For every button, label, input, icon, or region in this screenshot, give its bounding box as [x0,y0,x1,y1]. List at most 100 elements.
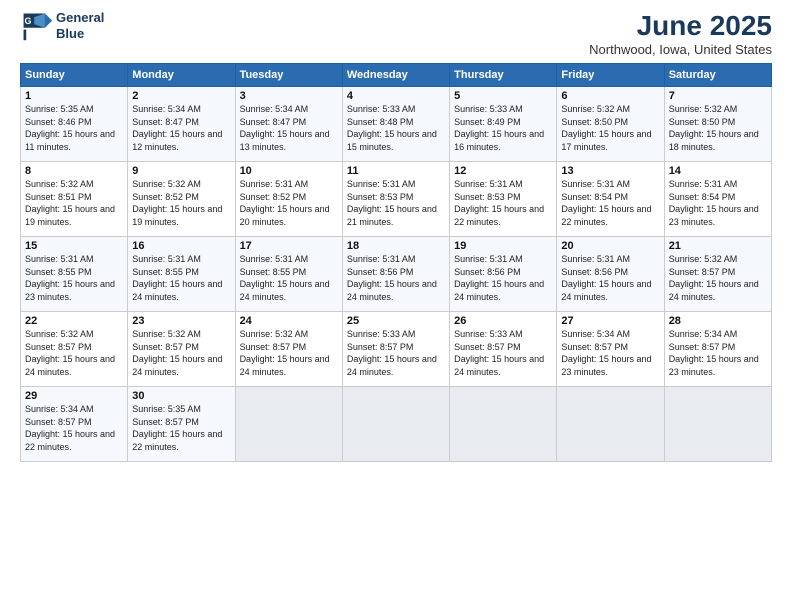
day-info: Sunrise: 5:33 AMSunset: 8:57 PMDaylight:… [454,328,552,378]
day-number: 6 [561,90,659,102]
day-info: Sunrise: 5:31 AMSunset: 8:53 PMDaylight:… [454,178,552,228]
calendar-cell: 12Sunrise: 5:31 AMSunset: 8:53 PMDayligh… [450,162,557,237]
header: G General Blue June 2025 Northwood, Iowa… [20,10,772,57]
calendar-cell [450,387,557,462]
day-number: 12 [454,165,552,177]
location: Northwood, Iowa, United States [589,42,772,57]
calendar-cell: 4Sunrise: 5:33 AMSunset: 8:48 PMDaylight… [342,87,449,162]
logo-line2: Blue [56,26,104,42]
calendar-cell [235,387,342,462]
title-block: June 2025 Northwood, Iowa, United States [589,10,772,57]
day-info: Sunrise: 5:33 AMSunset: 8:57 PMDaylight:… [347,328,445,378]
weekday-header-sunday: Sunday [21,64,128,87]
day-info: Sunrise: 5:34 AMSunset: 8:47 PMDaylight:… [132,103,230,153]
day-info: Sunrise: 5:32 AMSunset: 8:57 PMDaylight:… [669,253,767,303]
weekday-header-saturday: Saturday [664,64,771,87]
calendar-cell: 25Sunrise: 5:33 AMSunset: 8:57 PMDayligh… [342,312,449,387]
day-info: Sunrise: 5:32 AMSunset: 8:51 PMDaylight:… [25,178,123,228]
day-number: 20 [561,240,659,252]
calendar-cell: 13Sunrise: 5:31 AMSunset: 8:54 PMDayligh… [557,162,664,237]
day-number: 4 [347,90,445,102]
calendar-cell: 24Sunrise: 5:32 AMSunset: 8:57 PMDayligh… [235,312,342,387]
logo-icon: G [20,10,52,42]
day-number: 17 [240,240,338,252]
day-info: Sunrise: 5:33 AMSunset: 8:48 PMDaylight:… [347,103,445,153]
calendar-cell: 5Sunrise: 5:33 AMSunset: 8:49 PMDaylight… [450,87,557,162]
calendar-cell: 11Sunrise: 5:31 AMSunset: 8:53 PMDayligh… [342,162,449,237]
calendar-cell: 16Sunrise: 5:31 AMSunset: 8:55 PMDayligh… [128,237,235,312]
day-number: 14 [669,165,767,177]
calendar-cell: 10Sunrise: 5:31 AMSunset: 8:52 PMDayligh… [235,162,342,237]
day-info: Sunrise: 5:35 AMSunset: 8:46 PMDaylight:… [25,103,123,153]
calendar-week-2: 8Sunrise: 5:32 AMSunset: 8:51 PMDaylight… [21,162,772,237]
calendar-cell [557,387,664,462]
weekday-header-thursday: Thursday [450,64,557,87]
day-number: 9 [132,165,230,177]
day-number: 22 [25,315,123,327]
weekday-header-tuesday: Tuesday [235,64,342,87]
calendar-cell [342,387,449,462]
day-number: 30 [132,390,230,402]
calendar-cell [664,387,771,462]
day-number: 5 [454,90,552,102]
calendar-week-4: 22Sunrise: 5:32 AMSunset: 8:57 PMDayligh… [21,312,772,387]
day-info: Sunrise: 5:34 AMSunset: 8:57 PMDaylight:… [561,328,659,378]
calendar-cell: 3Sunrise: 5:34 AMSunset: 8:47 PMDaylight… [235,87,342,162]
day-number: 8 [25,165,123,177]
calendar-cell: 7Sunrise: 5:32 AMSunset: 8:50 PMDaylight… [664,87,771,162]
weekday-header-wednesday: Wednesday [342,64,449,87]
day-number: 7 [669,90,767,102]
calendar-cell: 9Sunrise: 5:32 AMSunset: 8:52 PMDaylight… [128,162,235,237]
logo-text: General Blue [56,10,104,41]
day-info: Sunrise: 5:32 AMSunset: 8:50 PMDaylight:… [561,103,659,153]
day-info: Sunrise: 5:31 AMSunset: 8:56 PMDaylight:… [561,253,659,303]
day-number: 15 [25,240,123,252]
calendar-header: SundayMondayTuesdayWednesdayThursdayFrid… [21,64,772,87]
day-number: 3 [240,90,338,102]
day-info: Sunrise: 5:32 AMSunset: 8:57 PMDaylight:… [132,328,230,378]
day-info: Sunrise: 5:31 AMSunset: 8:53 PMDaylight:… [347,178,445,228]
logo-line1: General [56,10,104,26]
calendar-cell: 6Sunrise: 5:32 AMSunset: 8:50 PMDaylight… [557,87,664,162]
day-info: Sunrise: 5:31 AMSunset: 8:55 PMDaylight:… [240,253,338,303]
day-number: 18 [347,240,445,252]
day-info: Sunrise: 5:34 AMSunset: 8:57 PMDaylight:… [25,403,123,453]
page: G General Blue June 2025 Northwood, Iowa… [0,0,792,612]
calendar-cell: 27Sunrise: 5:34 AMSunset: 8:57 PMDayligh… [557,312,664,387]
day-number: 26 [454,315,552,327]
calendar-cell: 21Sunrise: 5:32 AMSunset: 8:57 PMDayligh… [664,237,771,312]
day-number: 23 [132,315,230,327]
calendar-body: 1Sunrise: 5:35 AMSunset: 8:46 PMDaylight… [21,87,772,462]
day-number: 11 [347,165,445,177]
day-info: Sunrise: 5:32 AMSunset: 8:57 PMDaylight:… [25,328,123,378]
weekday-header-monday: Monday [128,64,235,87]
day-info: Sunrise: 5:31 AMSunset: 8:56 PMDaylight:… [454,253,552,303]
calendar-week-1: 1Sunrise: 5:35 AMSunset: 8:46 PMDaylight… [21,87,772,162]
calendar-cell: 29Sunrise: 5:34 AMSunset: 8:57 PMDayligh… [21,387,128,462]
calendar-cell: 1Sunrise: 5:35 AMSunset: 8:46 PMDaylight… [21,87,128,162]
day-number: 10 [240,165,338,177]
day-number: 13 [561,165,659,177]
svg-text:G: G [24,16,31,26]
calendar-cell: 26Sunrise: 5:33 AMSunset: 8:57 PMDayligh… [450,312,557,387]
day-number: 27 [561,315,659,327]
day-number: 25 [347,315,445,327]
calendar-week-3: 15Sunrise: 5:31 AMSunset: 8:55 PMDayligh… [21,237,772,312]
day-info: Sunrise: 5:34 AMSunset: 8:57 PMDaylight:… [669,328,767,378]
calendar-cell: 17Sunrise: 5:31 AMSunset: 8:55 PMDayligh… [235,237,342,312]
day-info: Sunrise: 5:32 AMSunset: 8:50 PMDaylight:… [669,103,767,153]
logo: G General Blue [20,10,104,42]
calendar-cell: 8Sunrise: 5:32 AMSunset: 8:51 PMDaylight… [21,162,128,237]
calendar-cell: 2Sunrise: 5:34 AMSunset: 8:47 PMDaylight… [128,87,235,162]
calendar-cell: 18Sunrise: 5:31 AMSunset: 8:56 PMDayligh… [342,237,449,312]
month-title: June 2025 [589,10,772,42]
day-number: 28 [669,315,767,327]
calendar-cell: 23Sunrise: 5:32 AMSunset: 8:57 PMDayligh… [128,312,235,387]
calendar-week-5: 29Sunrise: 5:34 AMSunset: 8:57 PMDayligh… [21,387,772,462]
calendar-cell: 28Sunrise: 5:34 AMSunset: 8:57 PMDayligh… [664,312,771,387]
calendar-cell: 30Sunrise: 5:35 AMSunset: 8:57 PMDayligh… [128,387,235,462]
weekday-header-row: SundayMondayTuesdayWednesdayThursdayFrid… [21,64,772,87]
day-info: Sunrise: 5:31 AMSunset: 8:55 PMDaylight:… [25,253,123,303]
day-info: Sunrise: 5:35 AMSunset: 8:57 PMDaylight:… [132,403,230,453]
day-info: Sunrise: 5:31 AMSunset: 8:52 PMDaylight:… [240,178,338,228]
